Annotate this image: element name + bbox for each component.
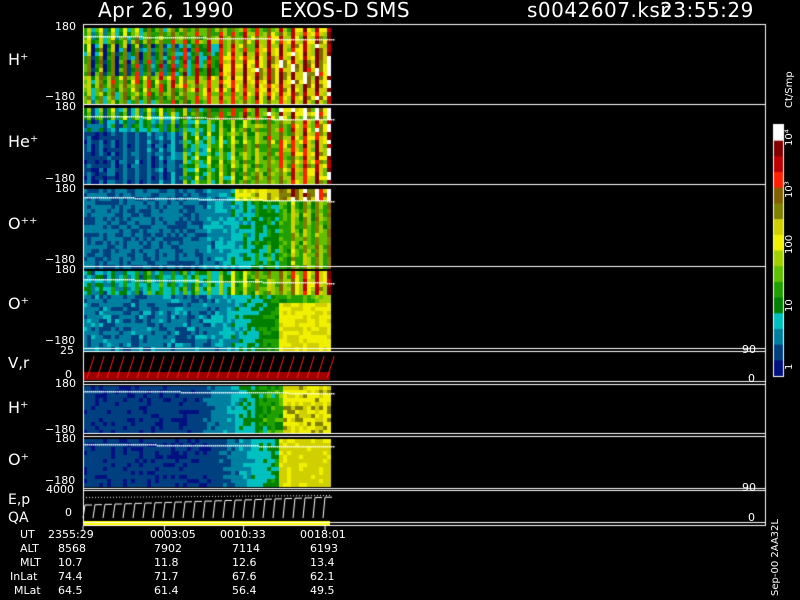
header-file: s0042607.ksr xyxy=(527,0,670,22)
tick-he-top: 180 xyxy=(55,100,76,113)
ut-cell: 71.7 xyxy=(154,570,179,583)
tick-opp-top: 180 xyxy=(55,182,76,195)
right-tick-ep-top: 90 xyxy=(742,481,756,494)
spectrogram-canvas xyxy=(0,0,800,600)
ut-row-name: MLT xyxy=(20,556,41,569)
tick-h2-top: 180 xyxy=(55,377,76,390)
tick-h-top: 180 xyxy=(55,20,76,33)
ut-cell: 61.4 xyxy=(154,584,179,597)
tick-ep-top: 4000 xyxy=(46,483,74,496)
ut-cell: 67.6 xyxy=(232,570,257,583)
ut-cell: 7902 xyxy=(154,542,182,555)
ut-cell: 10.7 xyxy=(58,556,83,569)
right-tick-ep-bottom: 0 xyxy=(748,511,755,524)
colorbar-tick-100: 100 xyxy=(784,234,795,254)
ut-row-name: MLat xyxy=(14,584,41,597)
ut-row-name: InLat xyxy=(10,570,38,583)
colorbar-tick-10000: 10⁴ xyxy=(784,129,795,146)
colorbar-unit: Ct/Smp xyxy=(784,71,795,108)
ut-cell: 11.8 xyxy=(154,556,179,569)
panel-label-qa: QA xyxy=(8,510,29,526)
tick-op-top: 180 xyxy=(55,263,76,276)
panel-label-vr: V,r xyxy=(8,354,30,372)
tick-ep-bottom: 0 xyxy=(65,506,72,519)
panel-label-o-plus-2: O⁺ xyxy=(8,450,30,469)
ut-cell: 49.5 xyxy=(310,584,335,597)
colorbar-tick-1: 1 xyxy=(784,363,795,370)
ut-cell: 13.4 xyxy=(310,556,335,569)
footer-id: Sep-00 2AA32L xyxy=(770,519,781,596)
ut-cell: 12.6 xyxy=(232,556,257,569)
ut-cell: 2355:29 xyxy=(48,528,94,541)
ut-cell: 0003:05 xyxy=(150,528,196,541)
panel-label-h-plus: H⁺ xyxy=(8,50,29,69)
ut-cell: 7114 xyxy=(232,542,260,555)
right-tick-vr-bottom: 0 xyxy=(748,372,755,385)
header-instrument: EXOS-D SMS xyxy=(280,0,411,22)
ut-row-name: ALT xyxy=(20,542,39,555)
colorbar-tick-10: 10 xyxy=(784,299,795,312)
panel-label-o-plusplus: O⁺⁺ xyxy=(8,214,38,233)
panel-label-h-plus-2: H⁺ xyxy=(8,398,29,417)
tick-o2-top: 180 xyxy=(55,432,76,445)
ut-cell: 56.4 xyxy=(232,584,257,597)
header-time: 23:55:29 xyxy=(660,0,754,22)
right-tick-vr-top: 90 xyxy=(742,343,756,356)
tick-vr-top: 25 xyxy=(60,344,74,357)
ut-cell: 0018:01 xyxy=(300,528,346,541)
ut-row-name: UT xyxy=(20,528,35,541)
panel-label-o-plus: O⁺ xyxy=(8,294,30,313)
colorbar-tick-1000: 10³ xyxy=(784,181,795,198)
ut-cell: 8568 xyxy=(58,542,86,555)
panel-label-he-plus: He⁺ xyxy=(8,132,39,151)
ut-cell: 64.5 xyxy=(58,584,83,597)
ut-cell: 74.4 xyxy=(58,570,83,583)
ut-cell: 62.1 xyxy=(310,570,335,583)
ut-cell: 6193 xyxy=(310,542,338,555)
header-date: Apr 26, 1990 xyxy=(98,0,235,22)
ut-cell: 0010:33 xyxy=(220,528,266,541)
panel-label-ep: E,p xyxy=(8,492,31,508)
